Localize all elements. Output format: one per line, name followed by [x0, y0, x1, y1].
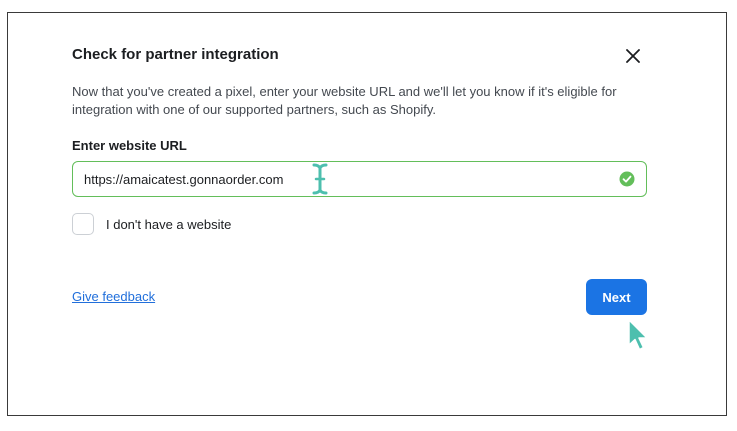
dialog: Check for partner integration Now that y… [7, 12, 727, 416]
no-website-checkbox[interactable] [72, 213, 94, 235]
give-feedback-link[interactable]: Give feedback [72, 289, 155, 304]
close-icon [626, 49, 640, 63]
check-circle-icon [619, 171, 635, 187]
dialog-title: Check for partner integration [72, 46, 279, 63]
website-url-input[interactable] [84, 162, 604, 196]
url-field[interactable] [72, 161, 647, 197]
next-button[interactable]: Next [586, 279, 647, 315]
dialog-description: Now that you've created a pixel, enter y… [72, 84, 617, 117]
no-website-option[interactable]: I don't have a website [72, 212, 231, 236]
no-website-label: I don't have a website [106, 216, 232, 232]
text-cursor-icon [312, 163, 328, 195]
url-field-label: Enter website URL [72, 138, 187, 153]
mouse-pointer-icon [628, 319, 648, 351]
close-button[interactable] [622, 45, 644, 67]
